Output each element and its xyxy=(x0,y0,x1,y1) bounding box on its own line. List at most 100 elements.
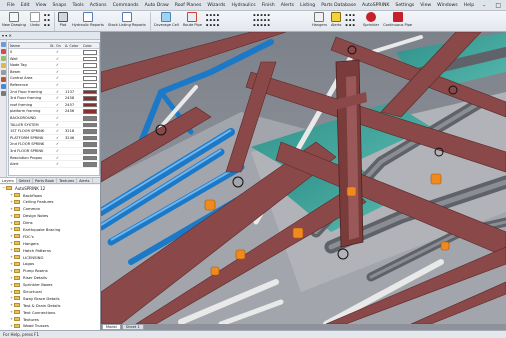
layer-row[interactable]: roof framing ✓ 2457 xyxy=(9,102,99,109)
tree-folder[interactable]: + Backflows xyxy=(0,192,100,199)
layer-on-toggle[interactable]: ✓ xyxy=(56,95,65,101)
tab-select[interactable]: Select xyxy=(17,178,33,183)
layer-on-toggle[interactable]: ✓ xyxy=(56,115,65,121)
layer-row[interactable]: BACKGROUND ✓ xyxy=(9,115,99,122)
menu-file[interactable]: File xyxy=(4,3,18,8)
tree-folder[interactable]: + Textures xyxy=(0,316,100,323)
menu-view-2[interactable]: View xyxy=(417,3,434,8)
expand-icon[interactable]: + xyxy=(10,207,13,211)
tree-folder[interactable]: + LICENSING xyxy=(0,254,100,261)
expand-icon[interactable]: + xyxy=(10,317,13,321)
minimize-icon[interactable]: – xyxy=(477,0,491,11)
tab-layers[interactable]: Layers xyxy=(0,178,17,183)
col-color[interactable]: Color xyxy=(83,43,99,48)
viewport-canvas[interactable] xyxy=(101,32,506,324)
layer-on-toggle[interactable]: ✓ xyxy=(56,161,65,167)
layer-row[interactable]: 2nd Floor framing ✓ 1137 xyxy=(9,89,99,96)
layer-on-toggle[interactable]: ✓ xyxy=(56,141,65,147)
layer-row[interactable]: Beam ✓ xyxy=(9,69,99,76)
layer-row[interactable]: Resolution Propos ✓ xyxy=(9,155,99,162)
layer-on-toggle[interactable]: ✓ xyxy=(56,128,65,134)
expand-icon[interactable]: + xyxy=(10,234,13,238)
tree-folder[interactable]: + Earthquake Bracing xyxy=(0,226,100,233)
layer-row[interactable]: Control Area ✓ xyxy=(9,75,99,82)
undo-button[interactable]: Undo xyxy=(29,11,40,27)
layer-row[interactable]: platform framing ✓ 2456 xyxy=(9,108,99,115)
layer-color-swatch[interactable] xyxy=(83,148,99,154)
menu-listing[interactable]: Listing xyxy=(297,3,318,8)
expand-icon[interactable]: + xyxy=(10,262,13,266)
expand-icon[interactable]: + xyxy=(10,248,13,252)
tree-folder[interactable]: + Hangers xyxy=(0,240,100,247)
layer-color-swatch[interactable] xyxy=(83,155,99,161)
layer-on-toggle[interactable]: ✓ xyxy=(56,69,65,75)
layer-color-swatch[interactable] xyxy=(83,95,99,101)
col-name[interactable]: Name xyxy=(9,43,50,48)
layer-row[interactable]: Node Tag ✓ xyxy=(9,62,99,69)
sprinkler-button[interactable]: Sprinkler xyxy=(363,11,379,27)
tree-folder[interactable]: + Text Connections xyxy=(0,309,100,316)
tree-folder[interactable]: + Sway Brace Details xyxy=(0,295,100,302)
layer-color-swatch[interactable] xyxy=(83,82,99,88)
expand-icon[interactable]: + xyxy=(10,310,13,314)
layer-on-toggle[interactable]: ✓ xyxy=(56,89,65,95)
fitting-tool-3[interactable]: ▪ ▪ ▪ ▪ ▪ xyxy=(253,23,270,28)
tree-folder[interactable]: + Ceiling Features xyxy=(0,198,100,205)
layer-color-swatch[interactable] xyxy=(83,161,99,167)
menu-alerts[interactable]: Alerts xyxy=(278,3,297,8)
layer-color-swatch[interactable] xyxy=(83,89,99,95)
tree-folder[interactable]: + Riser Details xyxy=(0,274,100,281)
menu-view[interactable]: View xyxy=(33,3,50,8)
layer-color-swatch[interactable] xyxy=(83,115,99,121)
layer-tool-on[interactable] xyxy=(1,84,6,89)
layer-row[interactable]: Alert ✓ xyxy=(9,161,99,168)
expand-icon[interactable]: + xyxy=(10,296,13,300)
tree-folder[interactable]: + FDC's xyxy=(0,233,100,240)
layer-on-toggle[interactable]: ✓ xyxy=(56,75,65,81)
layer-color-swatch[interactable] xyxy=(83,108,99,114)
layer-tool-new[interactable] xyxy=(1,42,6,47)
layer-tool-delete[interactable] xyxy=(1,49,6,54)
expand-icon[interactable]: + xyxy=(10,200,13,204)
collapse-icon[interactable]: − xyxy=(2,186,5,190)
tree-folder[interactable]: + Design Notes xyxy=(0,212,100,219)
menu-auto-draw[interactable]: Auto Draw xyxy=(142,3,172,8)
menu-settings[interactable]: Settings xyxy=(392,3,417,8)
tree-folder[interactable]: + Sprinkler Boxes xyxy=(0,281,100,288)
col-on[interactable]: On xyxy=(56,43,65,48)
expand-icon[interactable]: + xyxy=(10,303,13,307)
layer-row[interactable]: PLATFORM SPRINK ✓ 3246 xyxy=(9,135,99,142)
layer-row[interactable]: 1ST FLOOR SPRINK ✓ 3218 xyxy=(9,128,99,135)
coverage-cell-button[interactable]: Coverage Cell xyxy=(154,11,179,27)
continuous-pipe-button[interactable]: Continuous Pipe xyxy=(383,11,412,27)
col-acolor[interactable]: A. Color xyxy=(65,43,83,48)
layer-color-swatch[interactable] xyxy=(83,122,99,128)
expand-icon[interactable]: + xyxy=(10,269,13,273)
quick-tool-3[interactable]: ▪ ▪ xyxy=(44,23,50,28)
menu-snaps[interactable]: Snaps xyxy=(50,3,70,8)
layer-color-swatch[interactable] xyxy=(83,141,99,147)
route-pipe-button[interactable]: Route Pipe xyxy=(183,11,202,27)
misc-tool-3[interactable]: ▪ ▪ ▪ xyxy=(345,23,355,28)
menu-roof-planes[interactable]: Roof Planes xyxy=(172,3,205,8)
pipe-tool-3[interactable]: ▪ ▪ ▪ ▪ xyxy=(206,23,219,28)
expand-icon[interactable]: + xyxy=(10,283,13,287)
panel-menu-icon[interactable]: ▾ ▾ ✕ xyxy=(2,33,12,38)
layer-tool-filter[interactable] xyxy=(1,63,6,68)
layer-row[interactable]: 3rd Floor framing ✓ 2458 xyxy=(9,95,99,102)
layer-color-swatch[interactable] xyxy=(83,56,99,62)
menu-help[interactable]: Help xyxy=(461,3,477,8)
layer-color-swatch[interactable] xyxy=(83,102,99,108)
layer-row[interactable]: TALLER SYSTEM ✓ xyxy=(9,122,99,129)
maximize-icon[interactable]: □ xyxy=(491,0,505,11)
layer-tool-props[interactable] xyxy=(1,56,6,61)
menu-actions[interactable]: Actions xyxy=(87,3,110,8)
layer-row[interactable]: Wall ✓ xyxy=(9,56,99,63)
layer-on-toggle[interactable]: ✓ xyxy=(56,82,65,88)
tree-folder[interactable]: + Wood Trusses xyxy=(0,323,100,330)
expand-icon[interactable]: + xyxy=(10,241,13,245)
expand-icon[interactable]: + xyxy=(10,221,13,225)
menu-commands[interactable]: Commands xyxy=(110,3,142,8)
menu-finish[interactable]: Finish xyxy=(259,3,278,8)
menu-windows[interactable]: Windows xyxy=(434,3,461,8)
